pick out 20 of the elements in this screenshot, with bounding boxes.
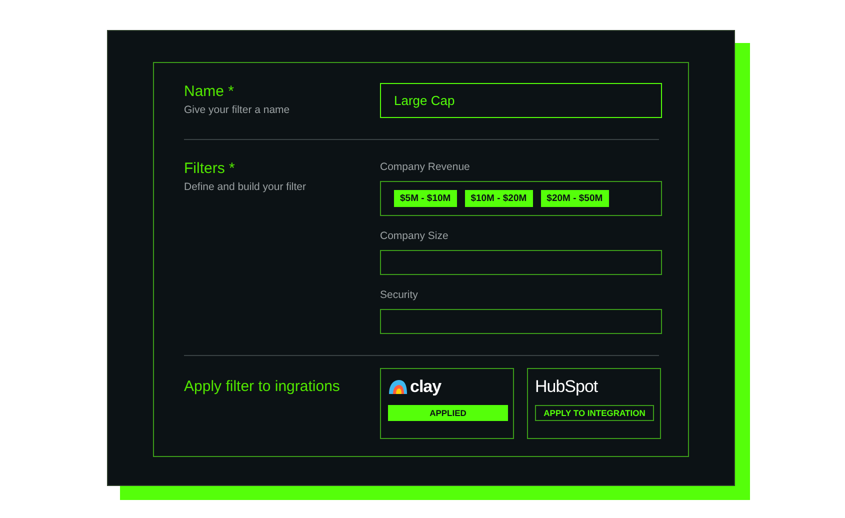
field-label: Company Revenue — [380, 160, 471, 174]
field-label: Company Size — [380, 229, 450, 243]
section-title: Filters * — [184, 160, 236, 178]
logo-icon — [388, 379, 408, 395]
apply-button[interactable]: APPLY TO INTEGRATION — [535, 405, 654, 421]
filter-field[interactable]: $5M - $10M $10M - $20M $20M - $50M — [380, 181, 662, 216]
filter-tag[interactable]: $20M - $50M — [540, 190, 609, 207]
section-title: Apply filter to ingrations — [184, 378, 341, 396]
apply-button[interactable]: APPLIED — [388, 405, 508, 421]
logo-text: HubSpot — [535, 377, 598, 397]
filter-tag[interactable]: $5M - $10M — [394, 190, 457, 207]
filter-field[interactable] — [380, 250, 662, 275]
section-hint: Give your filter a name — [184, 104, 291, 116]
field-label: Security — [380, 288, 419, 302]
name-field[interactable]: Large Cap — [380, 83, 662, 118]
section-title: Name * — [184, 83, 236, 101]
logo-text: clay — [410, 377, 442, 397]
filter-field[interactable] — [380, 309, 662, 334]
filter-tag[interactable]: $10M - $20M — [464, 190, 533, 207]
section-hint: Define and build your filter — [184, 181, 307, 193]
